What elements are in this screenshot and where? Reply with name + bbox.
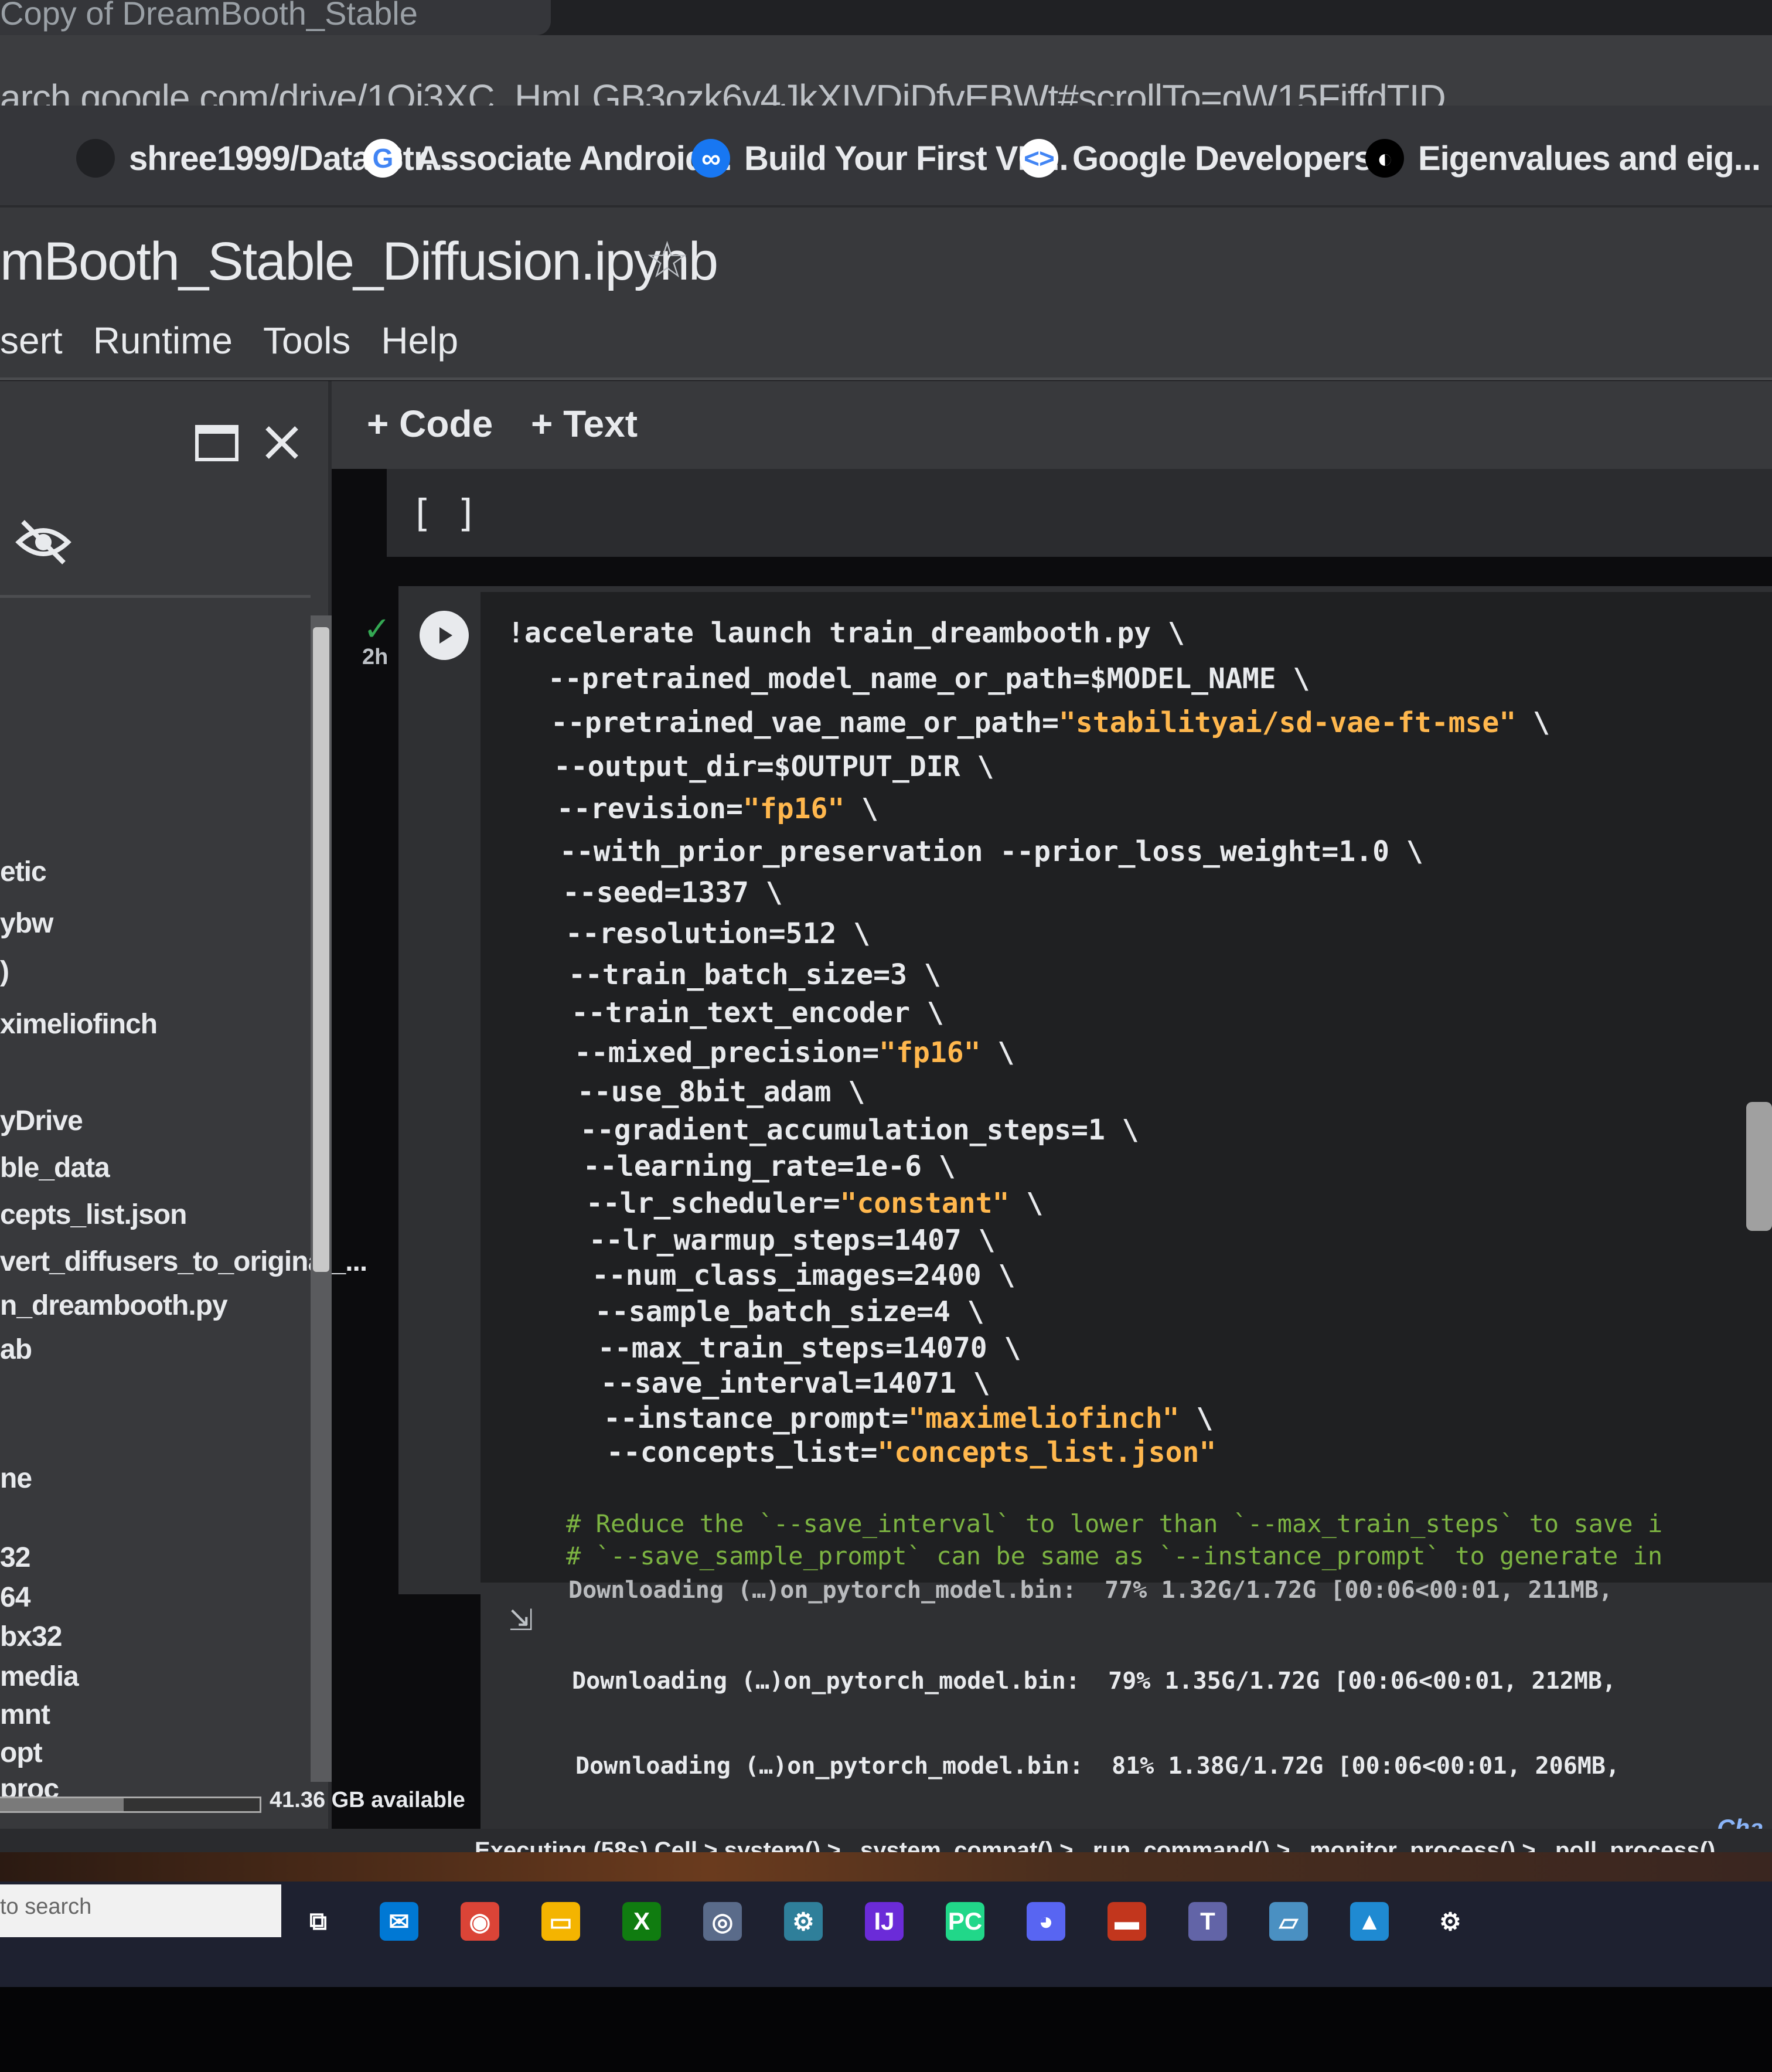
address-bar[interactable]: arch.google.com/drive/1Qi3XC_HmLGB3ozk6y… bbox=[0, 35, 1772, 119]
notebook-scrollbar[interactable] bbox=[1746, 1102, 1772, 1231]
notebook-title[interactable]: mBooth_Stable_Diffusion.ipynb bbox=[0, 231, 718, 292]
files-panel: etic ybw) ximeliofinch yDrive ble_data cepts_… bbox=[0, 381, 367, 1829]
cell-run-brackets[interactable]: [ ] bbox=[410, 492, 478, 536]
cell-success-check-icon: ✓ bbox=[363, 610, 391, 647]
file-item[interactable]: ab bbox=[0, 1333, 32, 1366]
bookmark-item[interactable]: <> Google Developers... bbox=[1020, 129, 1399, 188]
star-icon[interactable]: ☆ bbox=[645, 231, 690, 290]
menu-item[interactable]: Help bbox=[381, 319, 458, 372]
file-item[interactable]: yDrive bbox=[0, 1105, 83, 1137]
github-icon bbox=[76, 139, 115, 178]
add-code-button[interactable]: + Code bbox=[367, 402, 493, 445]
bookmarks-bar: shree1999/Data-Str... G Associate Android.… bbox=[0, 106, 1772, 207]
output-actions-icon[interactable]: ⇲ bbox=[509, 1603, 533, 1637]
browser-tab[interactable]: Copy of DreamBooth_Stable bbox=[0, 0, 551, 35]
file-item[interactable]: media bbox=[0, 1661, 79, 1693]
tab-title: Copy of DreamBooth_Stable bbox=[0, 0, 418, 32]
file-item[interactable]: ybw bbox=[0, 907, 53, 940]
cell-exec-time: 2h bbox=[362, 645, 389, 669]
bookmark-item[interactable]: ∞ Build Your First VR... bbox=[691, 129, 1069, 188]
file-item[interactable]: bx32 bbox=[0, 1621, 62, 1653]
add-text-button[interactable]: + Text bbox=[531, 402, 638, 445]
file-item[interactable]: ne bbox=[0, 1462, 32, 1495]
file-item[interactable]: ble_data bbox=[0, 1152, 110, 1184]
bookmark-label: Associate Android... bbox=[416, 139, 732, 178]
disk-available-label: 41.36 GB available bbox=[270, 1788, 465, 1812]
file-item[interactable]: etic bbox=[0, 856, 47, 888]
menu-bar: sert Runtime Tools Help bbox=[0, 319, 458, 372]
notebook-header: mBooth_Stable_Diffusion.ipynb ☆ sert Runt… bbox=[0, 207, 1772, 380]
bookmark-label: Google Developers... bbox=[1072, 139, 1399, 178]
menu-item[interactable]: sert bbox=[0, 319, 63, 372]
google-developers-icon: <> bbox=[1020, 139, 1058, 178]
disk-usage-fill bbox=[0, 1798, 124, 1811]
code-editor[interactable] bbox=[481, 592, 1772, 1588]
bookmark-item[interactable]: G Associate Android... bbox=[363, 129, 732, 188]
run-cell-button[interactable] bbox=[420, 611, 469, 660]
empty-code-cell[interactable] bbox=[387, 469, 1772, 557]
menu-item[interactable]: Tools bbox=[263, 319, 350, 372]
monitor-bezel bbox=[0, 1987, 1772, 2072]
file-item[interactable]: opt bbox=[0, 1737, 43, 1769]
file-item[interactable]: mnt bbox=[0, 1699, 50, 1731]
menu-item[interactable]: Runtime bbox=[93, 319, 233, 372]
file-item[interactable]: 64 bbox=[0, 1581, 30, 1614]
notebook-toolbar: + Code + Text bbox=[332, 381, 1772, 469]
file-item[interactable]: cepts_list.json bbox=[0, 1199, 187, 1231]
file-item[interactable]: 32 bbox=[0, 1542, 30, 1574]
file-item[interactable]: ximeliofinch bbox=[0, 1008, 158, 1040]
cell-output bbox=[481, 1583, 1772, 1829]
3b1b-icon: ◐ bbox=[1365, 139, 1404, 178]
bookmark-label: Eigenvalues and eig... bbox=[1418, 139, 1761, 178]
google-icon: G bbox=[363, 139, 402, 178]
file-scrollbar-thumb[interactable] bbox=[313, 627, 329, 1272]
taskbar-search-placeholder: to search bbox=[0, 1894, 92, 1919]
meta-icon: ∞ bbox=[691, 139, 730, 178]
file-tree: etic ybw) ximeliofinch yDrive ble_data cepts_… bbox=[0, 381, 367, 1805]
bookmark-item[interactable]: ◐ Eigenvalues and eig... bbox=[1365, 129, 1761, 188]
file-item[interactable]: ) bbox=[0, 955, 9, 988]
play-icon bbox=[439, 627, 452, 644]
file-item[interactable]: n_dreambooth.py bbox=[0, 1290, 228, 1322]
